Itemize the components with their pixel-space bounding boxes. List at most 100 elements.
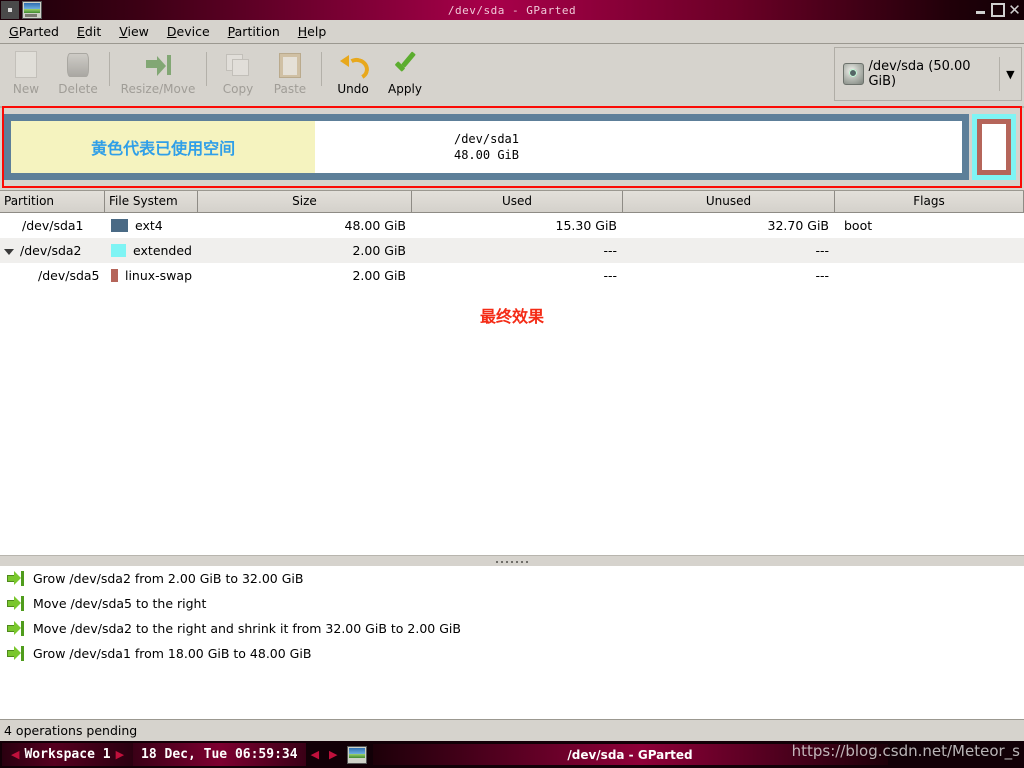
filesystem-color-swatch: [111, 244, 127, 257]
device-selector[interactable]: /dev/sda (50.00 GiB) ▼: [834, 47, 1022, 101]
menu-help[interactable]: Help: [289, 22, 336, 41]
paste-icon: [276, 50, 304, 78]
list-item[interactable]: Move /dev/sda5 to the right: [0, 591, 1024, 616]
window-controls: ✕: [973, 2, 1022, 17]
copy-icon: [224, 50, 252, 78]
menu-edit[interactable]: Edit: [68, 22, 110, 41]
column-header-used[interactable]: Used: [412, 191, 623, 213]
cell-size: 2.00 GiB: [352, 243, 406, 258]
minimize-button[interactable]: [973, 2, 988, 17]
disk-partition-sda1[interactable]: 黄色代表已使用空间 /dev/sda1 48.00 GiB: [4, 114, 969, 180]
taskbar-window-button[interactable]: /dev/sda - GParted: [372, 744, 888, 765]
resize-arrow-icon: [144, 50, 172, 78]
operation-label: Grow /dev/sda2 from 2.00 GiB to 32.00 Gi…: [33, 571, 304, 586]
cell-unused: ---: [815, 243, 829, 258]
menu-gparted[interactable]: GParted: [0, 22, 68, 41]
device-selector-label: /dev/sda (50.00 GiB): [868, 59, 971, 89]
harddisk-icon: [843, 63, 865, 85]
new-partition-button[interactable]: New: [0, 46, 52, 104]
tree-expander-icon[interactable]: [4, 248, 14, 255]
maximize-button[interactable]: [990, 2, 1005, 17]
new-partition-label: New: [12, 82, 40, 96]
menu-device[interactable]: Device: [158, 22, 219, 41]
disk-partition-sda2-extended[interactable]: [972, 114, 1016, 180]
move-arrow-icon: [7, 596, 25, 611]
list-item[interactable]: Grow /dev/sda1 from 18.00 GiB to 48.00 G…: [0, 641, 1024, 666]
resize-move-button[interactable]: Resize/Move: [115, 46, 201, 104]
cell-filesystem-label: extended: [133, 243, 192, 258]
workspace-prev-icon[interactable]: ◀: [6, 748, 24, 761]
menu-view[interactable]: View: [110, 22, 158, 41]
menubar: GParted Edit View Device Partition Help: [0, 20, 1024, 44]
copy-button[interactable]: Copy: [212, 46, 264, 104]
toolbar: New Delete Resize/Move Copy Paste Undo A…: [0, 44, 1024, 108]
checkmark-icon: [391, 50, 419, 78]
undo-label: Undo: [337, 82, 369, 96]
cell-unused: ---: [815, 268, 829, 283]
grow-arrow-icon: [7, 571, 25, 586]
table-row[interactable]: /dev/sda2 extended 2.00 GiB --- ---: [0, 238, 1024, 263]
menu-partition-label: artition: [234, 24, 280, 39]
partition-table: Partition File System Size Used Unused F…: [0, 190, 1024, 555]
undo-button[interactable]: Undo: [327, 46, 379, 104]
cell-filesystem: ext4: [105, 213, 198, 238]
workspace-switcher[interactable]: ◀ Workspace 1 ▶: [2, 743, 134, 766]
list-item[interactable]: Move /dev/sda2 to the right and shrink i…: [0, 616, 1024, 641]
close-button[interactable]: ✕: [1007, 2, 1022, 17]
chevron-down-icon[interactable]: ▼: [1000, 68, 1021, 81]
column-header-partition[interactable]: Partition: [0, 191, 105, 213]
cell-flags: [835, 238, 1024, 263]
taskbar-clock: 18 Dec, Tue 06:59:34: [133, 743, 306, 766]
task-next-icon[interactable]: ▶: [324, 748, 342, 761]
filesystem-color-swatch: [111, 219, 128, 232]
table-row[interactable]: /dev/sda5 linux-swap 2.00 GiB --- ---: [0, 263, 1024, 288]
disk-partition-sda5-swap[interactable]: [977, 119, 1011, 175]
menu-device-label: evice: [176, 24, 210, 39]
column-header-unused[interactable]: Unused: [623, 191, 835, 213]
cell-partition: /dev/sda2: [0, 238, 105, 263]
cell-used: ---: [603, 268, 617, 283]
window-title: /dev/sda - GParted: [447, 3, 577, 17]
menu-partition[interactable]: Partition: [219, 22, 289, 41]
cell-filesystem-label: linux-swap: [124, 268, 192, 283]
table-row[interactable]: /dev/sda1 ext4 48.00 GiB 15.30 GiB 32.70…: [0, 213, 1024, 238]
disk-partition-sda1-label: /dev/sda1 48.00 GiB: [11, 131, 962, 163]
menu-help-label: elp: [307, 24, 327, 39]
partition-table-header: Partition File System Size Used Unused F…: [0, 191, 1024, 213]
status-bar: 4 operations pending: [0, 719, 1024, 741]
operation-label: Grow /dev/sda1 from 18.00 GiB to 48.00 G…: [33, 646, 312, 661]
resize-move-label: Resize/Move: [120, 82, 196, 96]
cell-size: 48.00 GiB: [344, 218, 407, 233]
disk-partition-sda1-name: /dev/sda1: [453, 132, 520, 146]
delete-partition-button[interactable]: Delete: [52, 46, 104, 104]
column-header-flags[interactable]: Flags: [835, 191, 1024, 213]
operation-label: Move /dev/sda2 to the right and shrink i…: [33, 621, 461, 636]
move-shrink-arrow-icon: [7, 621, 25, 636]
task-prev-icon[interactable]: ◀: [306, 748, 324, 761]
column-header-size[interactable]: Size: [198, 191, 412, 213]
cell-partition-label: /dev/sda2: [20, 243, 82, 258]
undo-arrow-icon: [339, 50, 372, 83]
paste-label: Paste: [273, 82, 307, 96]
menu-gparted-label: Parted: [18, 24, 59, 39]
workspace-label: Workspace 1: [24, 747, 111, 762]
taskbar-gparted-icon[interactable]: [346, 745, 367, 764]
desktop-taskbar: ◀ Workspace 1 ▶ 18 Dec, Tue 06:59:34 ◀ ▶…: [0, 741, 1024, 768]
paste-button[interactable]: Paste: [264, 46, 316, 104]
cell-partition: /dev/sda1: [22, 218, 84, 233]
window-titlebar: /dev/sda - GParted ✕: [0, 0, 1024, 20]
cell-flags: [835, 263, 1024, 288]
new-document-icon: [12, 50, 40, 78]
delete-partition-label: Delete: [58, 82, 98, 96]
splitter-grip-icon: [496, 560, 528, 563]
filesystem-color-swatch: [111, 269, 118, 282]
cell-filesystem: extended: [105, 238, 198, 263]
list-item[interactable]: Grow /dev/sda2 from 2.00 GiB to 32.00 Gi…: [0, 566, 1024, 591]
cell-flags: boot: [844, 218, 873, 233]
cell-used: ---: [603, 243, 617, 258]
annotation-final-result: 最终效果: [479, 307, 544, 326]
apply-button[interactable]: Apply: [379, 46, 431, 104]
column-header-filesystem[interactable]: File System: [105, 191, 198, 213]
grow-arrow-icon: [7, 646, 25, 661]
workspace-next-icon[interactable]: ▶: [111, 748, 129, 761]
